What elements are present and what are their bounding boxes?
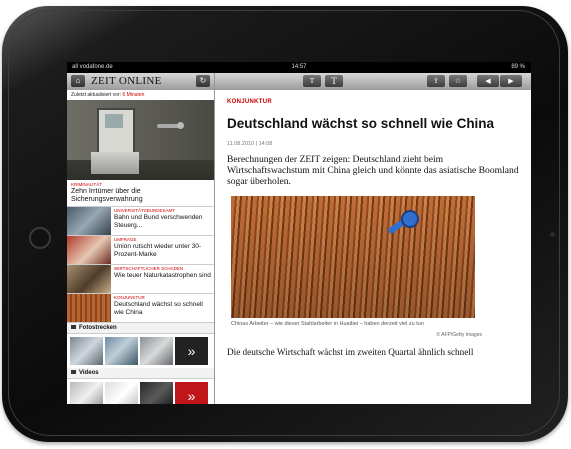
video-thumbnail[interactable]: [70, 382, 103, 404]
article-date: 11.08.2010 | 14:08: [227, 141, 273, 147]
news-title: Deutschland wächst so schnell wie China: [114, 301, 203, 316]
updated-prefix: Zuletzt aktualisiert vor:: [71, 92, 122, 98]
zeit-online-logo[interactable]: ZEIT ONLINE: [91, 74, 162, 89]
article-pane: T T ⇪ ☆ ◀ ▶ KONJUNKTUR Deutschland wächs…: [215, 73, 531, 404]
home-icon[interactable]: ⌂: [71, 75, 85, 87]
list-item[interactable]: UMFRAGE Union rutscht wieder unter 30-Pr…: [67, 236, 214, 265]
photo-caption: Chinas Arbeiter – wie dieser Stahlarbeit…: [231, 321, 424, 327]
news-title: Union rutscht wieder unter 30-Prozent-Ma…: [114, 243, 202, 258]
lead-story[interactable]: KRIMINALITÄT Zehn Irrtümer über die Sich…: [67, 180, 214, 207]
section-videos-label: Videos: [79, 370, 99, 376]
updated-value: 6 Minuten: [122, 92, 145, 98]
clock: 14:57: [291, 64, 307, 70]
next-article-button[interactable]: ▶: [500, 75, 522, 87]
article-toolbar: T T ⇪ ☆ ◀ ▶: [215, 73, 531, 90]
list-item[interactable]: WIRTSCHAFTLICHER SCHADEN Wie teuer Natur…: [67, 265, 214, 294]
left-toolbar: ⌂ ZEIT ONLINE ↻: [67, 73, 214, 90]
news-thumbnail: [67, 236, 111, 264]
video-icon: [71, 370, 76, 375]
photo-credit: © AFP/Getty Images: [436, 332, 482, 338]
list-item[interactable]: UNIVERSITÄTSBUNDESAMT Bahn und Bund vers…: [67, 207, 214, 236]
star-icon[interactable]: ☆: [449, 75, 467, 87]
more-videos-icon[interactable]: »: [175, 382, 208, 404]
video-row: »: [67, 379, 214, 404]
prev-article-button[interactable]: ◀: [477, 75, 499, 87]
photo-gallery-row: »: [67, 334, 214, 368]
video-thumbnail[interactable]: [140, 382, 173, 404]
news-thumbnail: [67, 207, 111, 235]
video-thumbnail[interactable]: [105, 382, 138, 404]
article-photo[interactable]: [231, 196, 475, 318]
lead-title: Zehn Irrtümer über die Sicherungsverwahr…: [71, 188, 143, 203]
left-pane: ⌂ ZEIT ONLINE ↻ Zuletzt aktualisiert vor…: [67, 73, 215, 404]
camera-icon: [71, 325, 76, 330]
news-thumbnail: [67, 294, 111, 322]
share-icon[interactable]: ⇪: [427, 75, 445, 87]
home-button[interactable]: [29, 227, 51, 249]
news-thumbnail: [67, 265, 111, 293]
article-headline: Deutschland wächst so schnell wie China: [227, 116, 495, 131]
screen: all vodafone.de 14:57 89 % ⌂ ZEIT ONLINE…: [67, 62, 531, 404]
font-smaller-button[interactable]: T: [303, 75, 321, 87]
last-updated: Zuletzt aktualisiert vor: 6 Minuten: [67, 90, 214, 100]
article-kicker: KONJUNKTUR: [227, 99, 272, 105]
section-videos[interactable]: Videos: [67, 368, 214, 379]
section-photos[interactable]: Fotostrecken: [67, 323, 214, 334]
news-title: Bahn und Bund verschwenden Steuerg...: [114, 214, 203, 229]
battery-label: 89 %: [511, 64, 525, 70]
gallery-thumbnail[interactable]: [140, 337, 173, 365]
section-photos-label: Fotostrecken: [79, 325, 117, 331]
status-bar: all vodafone.de 14:57 89 %: [67, 62, 531, 73]
article-body: Die deutsche Wirtschaft wächst im zweite…: [227, 347, 474, 357]
news-title: Wie teuer Naturkatastrophen sind: [114, 272, 211, 279]
refresh-icon[interactable]: ↻: [196, 75, 210, 87]
list-item[interactable]: KONJUNKTUR Deutschland wächst so schnell…: [67, 294, 214, 323]
font-larger-button[interactable]: T: [325, 75, 343, 87]
article-teaser: Berechnungen der ZEIT zeigen: Deutschlan…: [227, 154, 519, 187]
article: KONJUNKTUR Deutschland wächst so schnell…: [215, 99, 531, 358]
more-photos-icon[interactable]: »: [175, 337, 208, 365]
lead-image[interactable]: [67, 100, 214, 180]
ipad-frame: all vodafone.de 14:57 89 % ⌂ ZEIT ONLINE…: [2, 6, 568, 442]
gallery-thumbnail[interactable]: [105, 337, 138, 365]
gallery-thumbnail[interactable]: [70, 337, 103, 365]
camera: [550, 232, 555, 237]
